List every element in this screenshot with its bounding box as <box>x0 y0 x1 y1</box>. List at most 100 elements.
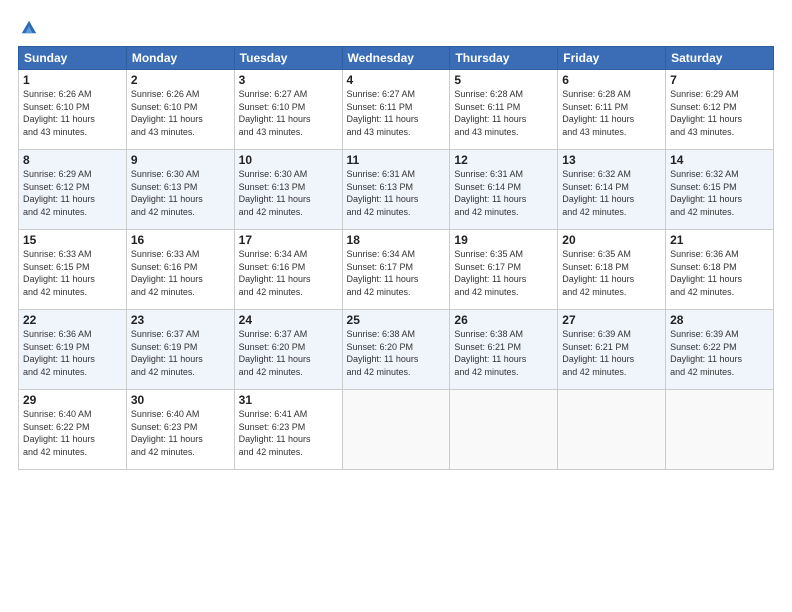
day-number: 3 <box>239 73 338 87</box>
calendar-cell: 17Sunrise: 6:34 AM Sunset: 6:16 PM Dayli… <box>234 230 342 310</box>
calendar-cell: 20Sunrise: 6:35 AM Sunset: 6:18 PM Dayli… <box>558 230 666 310</box>
day-info: Sunrise: 6:26 AM Sunset: 6:10 PM Dayligh… <box>23 88 122 138</box>
day-info: Sunrise: 6:29 AM Sunset: 6:12 PM Dayligh… <box>670 88 769 138</box>
day-number: 4 <box>347 73 446 87</box>
day-info: Sunrise: 6:35 AM Sunset: 6:17 PM Dayligh… <box>454 248 553 298</box>
day-number: 9 <box>131 153 230 167</box>
day-number: 26 <box>454 313 553 327</box>
calendar-cell: 23Sunrise: 6:37 AM Sunset: 6:19 PM Dayli… <box>126 310 234 390</box>
calendar-page: SundayMondayTuesdayWednesdayThursdayFrid… <box>0 0 792 612</box>
day-info: Sunrise: 6:39 AM Sunset: 6:22 PM Dayligh… <box>670 328 769 378</box>
day-number: 5 <box>454 73 553 87</box>
calendar-cell: 31Sunrise: 6:41 AM Sunset: 6:23 PM Dayli… <box>234 390 342 470</box>
day-info: Sunrise: 6:33 AM Sunset: 6:15 PM Dayligh… <box>23 248 122 298</box>
day-header-saturday: Saturday <box>666 47 774 70</box>
day-info: Sunrise: 6:36 AM Sunset: 6:18 PM Dayligh… <box>670 248 769 298</box>
day-info: Sunrise: 6:32 AM Sunset: 6:15 PM Dayligh… <box>670 168 769 218</box>
calendar-cell: 13Sunrise: 6:32 AM Sunset: 6:14 PM Dayli… <box>558 150 666 230</box>
day-info: Sunrise: 6:40 AM Sunset: 6:22 PM Dayligh… <box>23 408 122 458</box>
calendar-cell: 8Sunrise: 6:29 AM Sunset: 6:12 PM Daylig… <box>19 150 127 230</box>
day-info: Sunrise: 6:30 AM Sunset: 6:13 PM Dayligh… <box>239 168 338 218</box>
day-number: 29 <box>23 393 122 407</box>
calendar-cell: 18Sunrise: 6:34 AM Sunset: 6:17 PM Dayli… <box>342 230 450 310</box>
logo-icon <box>20 18 38 36</box>
calendar-table: SundayMondayTuesdayWednesdayThursdayFrid… <box>18 46 774 470</box>
day-number: 28 <box>670 313 769 327</box>
logo <box>18 18 38 36</box>
day-header-tuesday: Tuesday <box>234 47 342 70</box>
calendar-cell: 16Sunrise: 6:33 AM Sunset: 6:16 PM Dayli… <box>126 230 234 310</box>
calendar-cell: 30Sunrise: 6:40 AM Sunset: 6:23 PM Dayli… <box>126 390 234 470</box>
day-header-sunday: Sunday <box>19 47 127 70</box>
day-header-wednesday: Wednesday <box>342 47 450 70</box>
day-number: 24 <box>239 313 338 327</box>
calendar-cell: 1Sunrise: 6:26 AM Sunset: 6:10 PM Daylig… <box>19 70 127 150</box>
day-info: Sunrise: 6:37 AM Sunset: 6:19 PM Dayligh… <box>131 328 230 378</box>
day-number: 12 <box>454 153 553 167</box>
day-header-friday: Friday <box>558 47 666 70</box>
day-info: Sunrise: 6:41 AM Sunset: 6:23 PM Dayligh… <box>239 408 338 458</box>
day-info: Sunrise: 6:34 AM Sunset: 6:16 PM Dayligh… <box>239 248 338 298</box>
day-number: 10 <box>239 153 338 167</box>
day-info: Sunrise: 6:38 AM Sunset: 6:20 PM Dayligh… <box>347 328 446 378</box>
day-info: Sunrise: 6:31 AM Sunset: 6:14 PM Dayligh… <box>454 168 553 218</box>
calendar-cell <box>558 390 666 470</box>
calendar-cell: 9Sunrise: 6:30 AM Sunset: 6:13 PM Daylig… <box>126 150 234 230</box>
calendar-cell: 7Sunrise: 6:29 AM Sunset: 6:12 PM Daylig… <box>666 70 774 150</box>
day-info: Sunrise: 6:26 AM Sunset: 6:10 PM Dayligh… <box>131 88 230 138</box>
day-info: Sunrise: 6:38 AM Sunset: 6:21 PM Dayligh… <box>454 328 553 378</box>
calendar-cell: 6Sunrise: 6:28 AM Sunset: 6:11 PM Daylig… <box>558 70 666 150</box>
calendar-cell: 28Sunrise: 6:39 AM Sunset: 6:22 PM Dayli… <box>666 310 774 390</box>
day-header-monday: Monday <box>126 47 234 70</box>
day-number: 8 <box>23 153 122 167</box>
day-info: Sunrise: 6:34 AM Sunset: 6:17 PM Dayligh… <box>347 248 446 298</box>
calendar-cell: 15Sunrise: 6:33 AM Sunset: 6:15 PM Dayli… <box>19 230 127 310</box>
day-number: 30 <box>131 393 230 407</box>
calendar-cell <box>450 390 558 470</box>
day-number: 27 <box>562 313 661 327</box>
calendar-cell: 3Sunrise: 6:27 AM Sunset: 6:10 PM Daylig… <box>234 70 342 150</box>
calendar-cell: 4Sunrise: 6:27 AM Sunset: 6:11 PM Daylig… <box>342 70 450 150</box>
day-info: Sunrise: 6:30 AM Sunset: 6:13 PM Dayligh… <box>131 168 230 218</box>
calendar-cell: 5Sunrise: 6:28 AM Sunset: 6:11 PM Daylig… <box>450 70 558 150</box>
day-number: 2 <box>131 73 230 87</box>
day-number: 17 <box>239 233 338 247</box>
day-info: Sunrise: 6:33 AM Sunset: 6:16 PM Dayligh… <box>131 248 230 298</box>
calendar-cell: 26Sunrise: 6:38 AM Sunset: 6:21 PM Dayli… <box>450 310 558 390</box>
day-number: 6 <box>562 73 661 87</box>
day-info: Sunrise: 6:31 AM Sunset: 6:13 PM Dayligh… <box>347 168 446 218</box>
day-number: 20 <box>562 233 661 247</box>
calendar-cell: 11Sunrise: 6:31 AM Sunset: 6:13 PM Dayli… <box>342 150 450 230</box>
day-number: 11 <box>347 153 446 167</box>
calendar-cell <box>342 390 450 470</box>
day-number: 7 <box>670 73 769 87</box>
day-number: 13 <box>562 153 661 167</box>
day-number: 22 <box>23 313 122 327</box>
day-info: Sunrise: 6:28 AM Sunset: 6:11 PM Dayligh… <box>454 88 553 138</box>
day-number: 21 <box>670 233 769 247</box>
calendar-cell: 2Sunrise: 6:26 AM Sunset: 6:10 PM Daylig… <box>126 70 234 150</box>
calendar-cell: 14Sunrise: 6:32 AM Sunset: 6:15 PM Dayli… <box>666 150 774 230</box>
day-number: 31 <box>239 393 338 407</box>
day-info: Sunrise: 6:39 AM Sunset: 6:21 PM Dayligh… <box>562 328 661 378</box>
day-number: 14 <box>670 153 769 167</box>
day-header-thursday: Thursday <box>450 47 558 70</box>
calendar-cell: 29Sunrise: 6:40 AM Sunset: 6:22 PM Dayli… <box>19 390 127 470</box>
day-number: 16 <box>131 233 230 247</box>
day-info: Sunrise: 6:32 AM Sunset: 6:14 PM Dayligh… <box>562 168 661 218</box>
calendar-cell: 25Sunrise: 6:38 AM Sunset: 6:20 PM Dayli… <box>342 310 450 390</box>
day-info: Sunrise: 6:37 AM Sunset: 6:20 PM Dayligh… <box>239 328 338 378</box>
day-info: Sunrise: 6:27 AM Sunset: 6:10 PM Dayligh… <box>239 88 338 138</box>
calendar-cell: 12Sunrise: 6:31 AM Sunset: 6:14 PM Dayli… <box>450 150 558 230</box>
calendar-cell: 27Sunrise: 6:39 AM Sunset: 6:21 PM Dayli… <box>558 310 666 390</box>
day-info: Sunrise: 6:40 AM Sunset: 6:23 PM Dayligh… <box>131 408 230 458</box>
day-info: Sunrise: 6:28 AM Sunset: 6:11 PM Dayligh… <box>562 88 661 138</box>
calendar-cell <box>666 390 774 470</box>
calendar-cell: 22Sunrise: 6:36 AM Sunset: 6:19 PM Dayli… <box>19 310 127 390</box>
day-info: Sunrise: 6:29 AM Sunset: 6:12 PM Dayligh… <box>23 168 122 218</box>
calendar-cell: 19Sunrise: 6:35 AM Sunset: 6:17 PM Dayli… <box>450 230 558 310</box>
day-number: 25 <box>347 313 446 327</box>
calendar-cell: 10Sunrise: 6:30 AM Sunset: 6:13 PM Dayli… <box>234 150 342 230</box>
day-info: Sunrise: 6:27 AM Sunset: 6:11 PM Dayligh… <box>347 88 446 138</box>
day-info: Sunrise: 6:35 AM Sunset: 6:18 PM Dayligh… <box>562 248 661 298</box>
